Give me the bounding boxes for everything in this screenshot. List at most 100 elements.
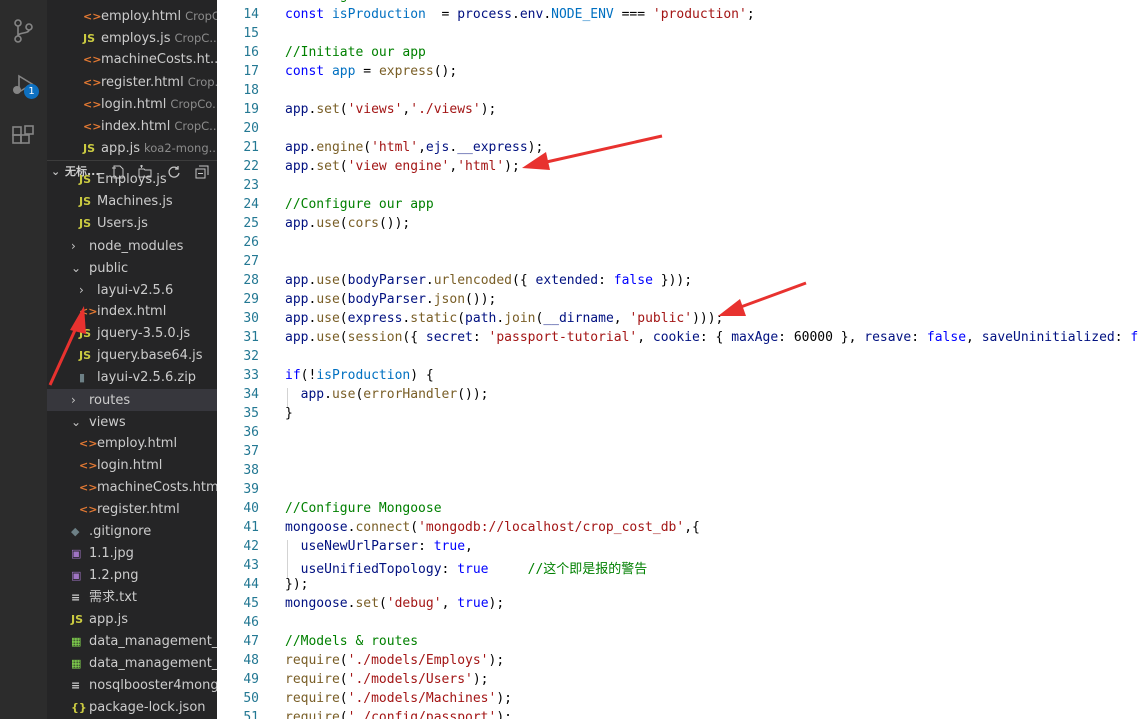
code-line[interactable]: app.use(express.static(path.join(__dirna… [285, 311, 723, 326]
file-item[interactable]: JS Machines.js [47, 191, 217, 213]
file-item[interactable]: ▮ layui-v2.5.6.zip [47, 367, 217, 389]
code-token: set [355, 596, 379, 611]
code-token: ()); [378, 216, 411, 231]
code-line[interactable]: //Configure Mongoose [285, 501, 442, 516]
line-number: 27 [243, 254, 259, 269]
file-item[interactable]: <>employ.htmlCropC... [47, 5, 217, 27]
image-file-icon: ▣ [71, 547, 82, 560]
code-line[interactable]: }); [285, 577, 308, 592]
line-number: 49 [243, 672, 259, 687]
folder-item[interactable]: ⌄ views [47, 411, 217, 433]
code-token: ( [339, 672, 348, 687]
line-number: 47 [243, 634, 259, 649]
code-token: './models/Employs' [347, 653, 489, 668]
file-item[interactable]: JS jquery-3.5.0.js [47, 323, 217, 345]
file-item[interactable]: JS app.js [47, 609, 217, 631]
file-item[interactable]: <>employ.html [47, 433, 217, 455]
folder-item[interactable]: ⌄ public [47, 257, 217, 279]
file-item[interactable]: <>machineCosts.html [47, 477, 217, 499]
file-item[interactable]: <>index.html CropC... [47, 115, 217, 137]
code-line[interactable]: if(!isProduction) { [285, 368, 434, 383]
code-line[interactable]: useUnifiedTopology: true //这个即是报的警告 [285, 558, 648, 577]
line-number: 16 [243, 45, 259, 60]
file-item[interactable]: ≡ nosqlbooster4mong... [47, 675, 217, 697]
code-line[interactable]: require('./models/Users'); [285, 672, 489, 687]
file-item[interactable]: {} package-lock.json [47, 697, 217, 719]
file-name: employ.html [101, 9, 182, 24]
file-name: employs.js [101, 31, 171, 46]
file-item[interactable]: ▦ data_management_... [47, 653, 217, 675]
code-token: })); [652, 273, 693, 288]
code-line[interactable]: //Models & routes [285, 634, 418, 649]
code-line[interactable]: app.use(bodyParser.urlencoded({ extended… [285, 273, 692, 288]
folder-item[interactable]: › routes [47, 389, 217, 411]
code-token: //Configure Mongoose [285, 501, 442, 516]
code-line[interactable]: //Configure isProduction variable [285, 0, 543, 3]
code-line[interactable]: app.set('view engine','html'); [285, 159, 520, 174]
file-name: employ.html [97, 436, 178, 451]
code-line[interactable]: mongoose.set('debug', true); [285, 596, 504, 611]
file-item[interactable]: JS Employs.js [47, 169, 217, 191]
code-line[interactable]: const isProduction = process.env.NODE_EN… [285, 7, 755, 22]
html-file-icon: <> [83, 120, 102, 133]
code-line[interactable]: //Initiate our app [285, 45, 426, 60]
file-item[interactable]: JS app.js koa2-mong... [47, 137, 217, 159]
html-file-icon: <> [79, 481, 98, 494]
code-token: false [613, 273, 653, 288]
file-item[interactable]: <>register.htmlCrop... [47, 71, 217, 93]
code-line[interactable]: require('./models/Machines'); [285, 691, 512, 706]
file-item[interactable]: ◆ .gitignore [47, 521, 217, 543]
code-token: 'production' [652, 7, 747, 22]
code-token: use [316, 330, 340, 345]
file-item[interactable]: <>register.html [47, 499, 217, 521]
code-token: ( [339, 311, 348, 326]
code-token: ( [339, 330, 348, 345]
code-line[interactable]: } [285, 406, 293, 421]
code-token: extended [535, 273, 599, 288]
code-token: : { [699, 330, 732, 345]
file-item[interactable]: <>index.html [47, 301, 217, 323]
line-number: 31 [243, 330, 259, 345]
js-file-icon: JS [79, 327, 92, 340]
file-item[interactable]: ≡ 需求.txt [47, 587, 217, 609]
code-line[interactable]: app.use(bodyParser.json()); [285, 292, 496, 307]
code-line[interactable]: app.use(cors()); [285, 216, 410, 231]
code-token: false [1130, 330, 1138, 345]
code-token: cors [347, 216, 379, 231]
code-token: mongoose [285, 520, 348, 535]
text-file-icon: ≡ [71, 679, 81, 692]
code-editor[interactable]: 13 //Configure isProduction variable 14 con… [217, 0, 1138, 719]
code-line[interactable]: app.set('views','./views'); [285, 102, 496, 117]
file-item[interactable]: <>login.html [47, 455, 217, 477]
code-line[interactable]: //Configure our app [285, 197, 434, 212]
code-line[interactable]: require('./config/passport'); [285, 710, 512, 719]
line-number: 38 [243, 463, 259, 478]
code-token: resave [864, 330, 912, 345]
file-item[interactable]: <>login.htmlCropCo... [47, 93, 217, 115]
code-line[interactable]: const app = express(); [285, 64, 457, 79]
code-token: , [441, 596, 458, 611]
code-line[interactable]: require('./models/Employs'); [285, 653, 504, 668]
file-item[interactable]: ▣ 1.1.jpg [47, 543, 217, 565]
html-file-icon: <> [79, 305, 98, 318]
code-line[interactable]: app.engine('html',ejs.__express); [285, 140, 543, 155]
code-line[interactable]: app.use(session({ secret: 'passport-tuto… [285, 330, 1138, 345]
file-item[interactable]: JS Users.js [47, 213, 217, 235]
folder-item[interactable]: › node_modules [47, 235, 217, 257]
code-token: ( [339, 710, 348, 719]
source-control-icon[interactable] [10, 18, 36, 44]
code-line[interactable]: useNewUrlParser: true, [285, 539, 473, 554]
file-item[interactable]: ▣ 1.2.png [47, 565, 217, 587]
code-line[interactable]: app.use(errorHandler()); [285, 387, 489, 402]
line-number: 35 [243, 406, 259, 421]
file-item[interactable]: JS employs.js CropC... [47, 27, 217, 49]
code-token: ); [488, 596, 505, 611]
folder-item[interactable]: › layui-v2.5.6 [47, 279, 217, 301]
file-item[interactable]: JS jquery.base64.js [47, 345, 217, 367]
code-token: set [316, 102, 340, 117]
file-item[interactable]: ▦ data_management_... [47, 631, 217, 653]
extensions-icon[interactable] [10, 124, 36, 150]
line-number: 13 [217, 0, 259, 3]
file-item[interactable]: <>machineCosts.ht... [47, 49, 217, 71]
code-line[interactable]: mongoose.connect('mongodb://localhost/cr… [285, 520, 700, 535]
